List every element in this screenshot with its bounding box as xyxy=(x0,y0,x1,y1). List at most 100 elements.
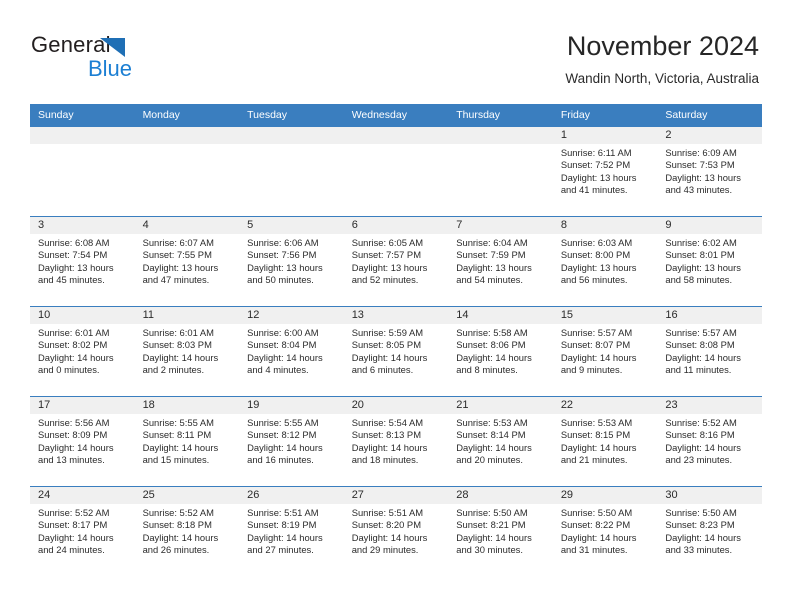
sunrise-time: Sunrise: 6:05 AM xyxy=(351,237,424,248)
daylight-line-1: Daylight: 14 hours xyxy=(142,531,219,543)
daylight-line-2: and 52 minutes. xyxy=(351,274,419,286)
sunrise-time: Sunrise: 5:54 AM xyxy=(351,417,424,428)
day-number: 21 xyxy=(448,397,553,414)
weekday-header-sunday: Sunday xyxy=(30,104,135,127)
day-details: Sunrise: 5:52 AM Sunset: 8:16 PM Daylight:… xyxy=(657,414,762,467)
day-details: Sunrise: 5:52 AM Sunset: 8:17 PM Daylight:… xyxy=(30,504,135,557)
calendar-day-cell[interactable]: 8 Sunrise: 6:03 AM Sunset: 8:00 PM Daylight… xyxy=(552,216,658,307)
day-cell-content: 18 Sunrise: 5:55 AM Sunset: 8:11 PM Dayligh… xyxy=(134,397,240,486)
day-number: 28 xyxy=(448,487,553,504)
daylight-line-2: and 6 minutes. xyxy=(351,364,414,376)
daylight-line-2: and 16 minutes. xyxy=(247,454,314,466)
calendar-day-cell[interactable]: 24 Sunrise: 5:52 AM Sunset: 8:17 PM Dayligh… xyxy=(30,486,135,576)
calendar-day-cell[interactable]: 10 Sunrise: 6:01 AM Sunset: 8:02 PM Dayligh… xyxy=(30,306,135,397)
calendar-day-cell[interactable]: 15 Sunrise: 5:57 AM Sunset: 8:07 PM Dayligh… xyxy=(552,306,658,397)
calendar-day-cell[interactable]: 23 Sunrise: 5:52 AM Sunset: 8:16 PM Dayligh… xyxy=(657,396,762,487)
daylight-line-1: Daylight: 14 hours xyxy=(247,441,323,453)
calendar-day-cell-empty xyxy=(134,126,240,217)
calendar-day-cell[interactable]: 27 Sunrise: 5:51 AM Sunset: 8:20 PM Dayligh… xyxy=(343,486,449,576)
daylight-line-2: and 11 minutes. xyxy=(665,364,732,376)
day-number: 8 xyxy=(552,217,658,234)
sunrise-time: Sunrise: 5:51 AM xyxy=(351,507,424,518)
calendar-day-cell[interactable]: 22 Sunrise: 5:53 AM Sunset: 8:15 PM Dayligh… xyxy=(552,396,658,487)
generalblue-logo[interactable]: General Blue xyxy=(31,33,261,85)
calendar-day-cell[interactable]: 26 Sunrise: 5:51 AM Sunset: 8:19 PM Dayligh… xyxy=(239,486,344,576)
sunrise-time: Sunrise: 5:55 AM xyxy=(247,417,319,428)
calendar-day-cell[interactable]: 4 Sunrise: 6:07 AM Sunset: 7:55 PM Daylight… xyxy=(134,216,240,307)
daylight-line-2: and 9 minutes. xyxy=(560,364,623,376)
sunset-time: Sunset: 8:11 PM xyxy=(142,429,212,441)
day-number: 11 xyxy=(134,307,240,324)
calendar-day-cell[interactable]: 17 Sunrise: 5:56 AM Sunset: 8:09 PM Dayligh… xyxy=(30,396,135,487)
calendar-day-cell[interactable]: 11 Sunrise: 6:01 AM Sunset: 8:03 PM Dayligh… xyxy=(134,306,240,397)
calendar-day-cell[interactable]: 13 Sunrise: 5:59 AM Sunset: 8:05 PM Dayligh… xyxy=(343,306,449,397)
day-details: Sunrise: 5:50 AM Sunset: 8:21 PM Daylight:… xyxy=(448,504,553,557)
daylight-line-1: Daylight: 14 hours xyxy=(247,531,323,543)
day-number: 13 xyxy=(343,307,449,324)
calendar-day-cell[interactable]: 19 Sunrise: 5:55 AM Sunset: 8:12 PM Dayligh… xyxy=(239,396,344,487)
daylight-line-1: Daylight: 14 hours xyxy=(560,351,637,363)
sunset-time: Sunset: 8:21 PM xyxy=(456,519,526,531)
sunset-time: Sunset: 8:19 PM xyxy=(247,519,317,531)
daylight-line-1: Daylight: 14 hours xyxy=(38,441,114,453)
daylight-line-1: Daylight: 14 hours xyxy=(351,531,428,543)
sunrise-time: Sunrise: 5:51 AM xyxy=(247,507,319,518)
daylight-line-2: and 23 minutes. xyxy=(665,454,733,466)
daylight-line-1: Daylight: 14 hours xyxy=(351,441,428,453)
calendar-day-cell[interactable]: 21 Sunrise: 5:53 AM Sunset: 8:14 PM Dayligh… xyxy=(448,396,553,487)
day-details xyxy=(448,144,553,147)
day-cell-content xyxy=(134,127,240,216)
calendar-day-cell[interactable]: 16 Sunrise: 5:57 AM Sunset: 8:08 PM Dayligh… xyxy=(657,306,762,397)
calendar-day-cell[interactable]: 18 Sunrise: 5:55 AM Sunset: 8:11 PM Dayligh… xyxy=(134,396,240,487)
sunset-time: Sunset: 7:55 PM xyxy=(142,249,212,261)
calendar-day-cell[interactable]: 9 Sunrise: 6:02 AM Sunset: 8:01 PM Daylight… xyxy=(657,216,762,307)
day-cell-content: 7 Sunrise: 6:04 AM Sunset: 7:59 PM Daylight… xyxy=(448,217,553,306)
day-cell-content: 15 Sunrise: 5:57 AM Sunset: 8:07 PM Dayligh… xyxy=(552,307,658,396)
sunrise-time: Sunrise: 5:57 AM xyxy=(665,327,737,338)
daylight-line-2: and 33 minutes. xyxy=(665,544,733,556)
day-cell-content: 2 Sunrise: 6:09 AM Sunset: 7:53 PM Daylight… xyxy=(657,127,762,216)
calendar-day-cell[interactable]: 29 Sunrise: 5:50 AM Sunset: 8:22 PM Dayligh… xyxy=(552,486,658,576)
calendar-day-cell[interactable]: 1 Sunrise: 6:11 AM Sunset: 7:52 PM Daylight… xyxy=(552,126,658,217)
calendar-day-cell[interactable]: 5 Sunrise: 6:06 AM Sunset: 7:56 PM Daylight… xyxy=(239,216,344,307)
daylight-line-1: Daylight: 14 hours xyxy=(38,531,114,543)
calendar-day-cell[interactable]: 12 Sunrise: 6:00 AM Sunset: 8:04 PM Dayligh… xyxy=(239,306,344,397)
calendar-day-cell[interactable]: 30 Sunrise: 5:50 AM Sunset: 8:23 PM Dayligh… xyxy=(657,486,762,576)
calendar-day-cell[interactable]: 3 Sunrise: 6:08 AM Sunset: 7:54 PM Daylight… xyxy=(30,216,135,307)
daylight-line-2: and 43 minutes. xyxy=(665,184,733,196)
day-cell-content xyxy=(343,127,449,216)
calendar-day-cell[interactable]: 25 Sunrise: 5:52 AM Sunset: 8:18 PM Dayligh… xyxy=(134,486,240,576)
day-number: 19 xyxy=(239,397,344,414)
calendar-day-cell[interactable]: 2 Sunrise: 6:09 AM Sunset: 7:53 PM Daylight… xyxy=(657,126,762,217)
calendar-day-cell[interactable]: 7 Sunrise: 6:04 AM Sunset: 7:59 PM Daylight… xyxy=(448,216,553,307)
calendar-day-cell[interactable]: 28 Sunrise: 5:50 AM Sunset: 8:21 PM Dayligh… xyxy=(448,486,553,576)
title-block: November 2024 Wandin North, Victoria, Au… xyxy=(565,30,759,87)
daylight-line-1: Daylight: 14 hours xyxy=(665,441,741,453)
sunrise-time: Sunrise: 5:52 AM xyxy=(38,507,110,518)
day-cell-content: 20 Sunrise: 5:54 AM Sunset: 8:13 PM Dayligh… xyxy=(343,397,449,486)
calendar-day-cell[interactable]: 6 Sunrise: 6:05 AM Sunset: 7:57 PM Daylight… xyxy=(343,216,449,307)
day-number: 10 xyxy=(30,307,135,324)
calendar-day-cell[interactable]: 20 Sunrise: 5:54 AM Sunset: 8:13 PM Dayligh… xyxy=(343,396,449,487)
day-details: Sunrise: 5:50 AM Sunset: 8:23 PM Daylight:… xyxy=(657,504,762,557)
day-details: Sunrise: 6:03 AM Sunset: 8:00 PM Daylight:… xyxy=(553,234,658,287)
day-cell-content: 9 Sunrise: 6:02 AM Sunset: 8:01 PM Daylight… xyxy=(657,217,762,306)
day-cell-content: 13 Sunrise: 5:59 AM Sunset: 8:05 PM Dayligh… xyxy=(343,307,449,396)
calendar-day-cell[interactable]: 14 Sunrise: 5:58 AM Sunset: 8:06 PM Dayligh… xyxy=(448,306,553,397)
daylight-line-2: and 2 minutes. xyxy=(142,364,205,376)
daylight-line-2: and 24 minutes. xyxy=(38,544,105,556)
day-details: Sunrise: 5:58 AM Sunset: 8:06 PM Daylight:… xyxy=(448,324,553,377)
sunset-time: Sunset: 7:54 PM xyxy=(38,249,108,261)
daylight-line-1: Daylight: 14 hours xyxy=(456,531,532,543)
logo-text-blue: Blue xyxy=(88,56,133,81)
calendar-body: 1 Sunrise: 6:11 AM Sunset: 7:52 PM Daylight… xyxy=(30,126,762,576)
sunrise-time: Sunrise: 6:07 AM xyxy=(142,237,214,248)
sunset-time: Sunset: 7:56 PM xyxy=(247,249,317,261)
day-cell-content: 8 Sunrise: 6:03 AM Sunset: 8:00 PM Daylight… xyxy=(552,217,658,306)
daylight-line-2: and 45 minutes. xyxy=(38,274,105,286)
sunset-time: Sunset: 8:18 PM xyxy=(142,519,212,531)
day-details: Sunrise: 5:53 AM Sunset: 8:15 PM Daylight:… xyxy=(553,414,658,467)
day-number: 14 xyxy=(448,307,553,324)
day-details: Sunrise: 5:57 AM Sunset: 8:08 PM Daylight:… xyxy=(657,324,762,377)
weekday-header-friday: Friday xyxy=(552,104,658,127)
